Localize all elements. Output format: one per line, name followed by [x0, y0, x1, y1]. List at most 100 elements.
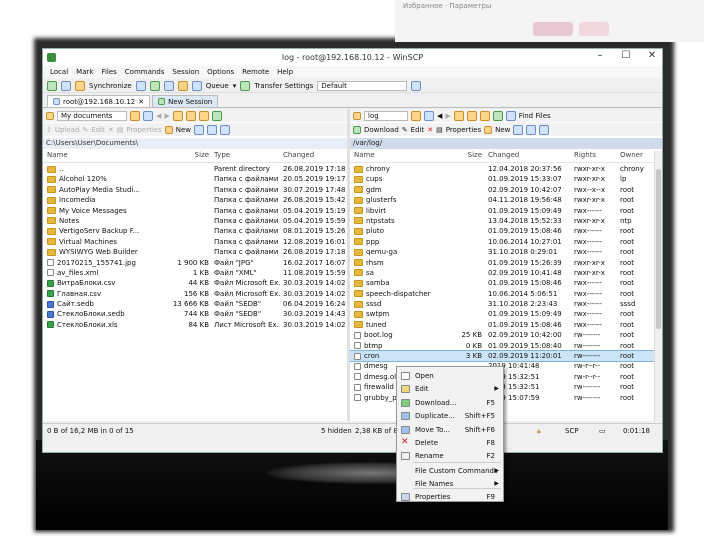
- chevron-down-icon[interactable]: ▾: [233, 82, 237, 90]
- upload-button[interactable]: Upload: [55, 126, 80, 134]
- remote-scrollbar[interactable]: [654, 151, 662, 421]
- menu-options[interactable]: Options: [206, 68, 235, 76]
- delete-icon[interactable]: ✕: [108, 126, 114, 134]
- table-row[interactable]: cron 3 KB 02.09.2019 11:20:01 rw------- root: [350, 349, 662, 363]
- context-menu-duplicate[interactable]: Duplicate... Shift+F5: [397, 410, 503, 422]
- refresh-icon[interactable]: [492, 110, 503, 121]
- table-row[interactable]: libvirt 01.09.2019 15:09:49 rwx------ root: [350, 206, 662, 216]
- unselect-icon[interactable]: [526, 124, 537, 135]
- edit-button[interactable]: Edit: [91, 126, 105, 134]
- table-row[interactable]: tuned 01.09.2019 15:08:46 rwx------ root: [350, 320, 662, 330]
- table-row[interactable]: btmp 0 KB 01.09.2019 15:08:40 rw------- root: [350, 341, 662, 351]
- minimize-button[interactable]: –: [594, 50, 606, 61]
- synchronize-button[interactable]: Synchronize: [89, 82, 132, 90]
- close-tab-icon[interactable]: ✕: [138, 98, 144, 106]
- tab-session-root[interactable]: root@192.168.10.12 ✕: [47, 95, 151, 107]
- table-row[interactable]: .. Parent directory 26.08.2019 17:18:00: [43, 164, 347, 174]
- forward-icon[interactable]: ▶: [164, 112, 169, 120]
- select-all-icon[interactable]: [194, 124, 205, 135]
- table-row[interactable]: sa 02.09.2019 10:41:48 rwxr-xr-x root: [350, 268, 662, 278]
- filter-icon[interactable]: [424, 110, 434, 121]
- menu-mark[interactable]: Mark: [75, 68, 94, 76]
- open-directory-icon[interactable]: [130, 110, 140, 121]
- synchronize-icon[interactable]: [75, 80, 85, 91]
- local-location-select[interactable]: My documents: [57, 110, 127, 121]
- back-icon[interactable]: ◀: [437, 112, 442, 120]
- root-directory-icon[interactable]: [466, 110, 477, 121]
- close-button[interactable]: ✕: [646, 50, 658, 61]
- filter-icon[interactable]: [143, 110, 153, 121]
- table-row[interactable]: cups 01.09.2019 15:33:07 rwxr-xr-x lp: [350, 174, 662, 184]
- new-button[interactable]: New: [176, 126, 191, 134]
- table-row[interactable]: My Voice Messages Папка с файлами 05.04.20…: [43, 206, 347, 216]
- refresh-icon[interactable]: [211, 110, 222, 121]
- parent-directory-icon[interactable]: [172, 110, 183, 121]
- table-row[interactable]: pluto 01.09.2019 15:08:46 rwx------ root: [350, 226, 662, 236]
- table-row[interactable]: AutoPlay Media Studi... Папка с файлами 30…: [43, 185, 347, 195]
- table-row[interactable]: chrony 12.04.2018 20:37:56 rwxr-xr-x chrony: [350, 164, 662, 174]
- menu-commands[interactable]: Commands: [124, 68, 166, 76]
- preferences-icon[interactable]: [177, 80, 188, 91]
- table-row[interactable]: ntpstats 13.04.2018 15:52:33 rwxr-xr-x ntp: [350, 216, 662, 226]
- download-button[interactable]: Download: [364, 126, 399, 134]
- sync-browse-icon[interactable]: [61, 80, 71, 91]
- table-row[interactable]: Сайт.sedb 13 666 KB Файл "SEDB" 06.04.2019 …: [43, 299, 347, 309]
- back-icon[interactable]: ◀: [156, 112, 161, 120]
- table-row[interactable]: Главная.csv 156 KB Файл Microsoft Ex... 30.…: [43, 289, 347, 299]
- open-directory-icon[interactable]: [411, 110, 421, 121]
- column-size[interactable]: Size: [450, 151, 482, 159]
- forward-icon[interactable]: ▶: [445, 112, 450, 120]
- table-row[interactable]: swtpm 01.09.2019 15:09:49 rwx------ root: [350, 309, 662, 319]
- table-row[interactable]: Notes Папка с файлами 05.04.2019 15:59:56: [43, 216, 347, 226]
- unselect-icon[interactable]: [207, 124, 218, 135]
- table-row[interactable]: samba 01.09.2019 15:08:46 rwx------ root: [350, 278, 662, 288]
- table-row[interactable]: av_files.xml 1 KB Файл "XML" 11.08.2019 15:…: [43, 268, 347, 278]
- context-menu-open[interactable]: Open: [397, 370, 503, 382]
- table-row[interactable]: Incomedia Папка с файлами 26.08.2019 15:42…: [43, 195, 347, 205]
- putty-icon[interactable]: [163, 80, 174, 91]
- menu-files[interactable]: Files: [100, 68, 117, 76]
- column-changed[interactable]: Changed: [283, 151, 345, 159]
- new-session-icon[interactable]: [47, 80, 57, 91]
- context-menu-properties[interactable]: Properties F9: [397, 491, 503, 503]
- delete-icon[interactable]: ✕: [427, 126, 433, 134]
- edit-button[interactable]: Edit: [411, 126, 425, 134]
- table-row[interactable]: Alcohol 120% Папка с файлами 20.05.2019 19…: [43, 174, 347, 184]
- column-name[interactable]: Name: [47, 151, 157, 159]
- column-size[interactable]: Size: [159, 151, 209, 159]
- table-row[interactable]: speech-dispatcher 10.06.2014 5:06:51 rwx--…: [350, 289, 662, 299]
- new-button[interactable]: New: [495, 126, 510, 134]
- context-menu-download[interactable]: Download... F5: [397, 397, 503, 409]
- table-row[interactable]: 20170215_155741.jpg 1 900 KB Файл "JPG" 16.…: [43, 258, 347, 268]
- table-row[interactable]: VertigoServ Backup F... Папка с файлами 08…: [43, 226, 347, 236]
- table-row[interactable]: СтеклоБлоки.xls 84 KB Лист Microsoft Ex...…: [43, 320, 347, 330]
- table-row[interactable]: Virtual Machines Папка с файлами 12.08.201…: [43, 237, 347, 247]
- menu-local[interactable]: Local: [49, 68, 69, 76]
- transfer-preset-select[interactable]: Default: [317, 80, 408, 91]
- table-row[interactable]: boot.log 25 KB 02.09.2019 10:42:00 rw------…: [350, 330, 662, 340]
- find-files-button[interactable]: Find Files: [519, 112, 551, 120]
- tab-new-session[interactable]: New Session: [152, 95, 219, 107]
- context-menu-move-to[interactable]: Move To... Shift+F6: [397, 424, 503, 436]
- queue-button[interactable]: Queue: [206, 82, 229, 90]
- column-type[interactable]: Type: [214, 151, 280, 159]
- table-row[interactable]: ppp 10.06.2014 10:27:01 rwx------ root: [350, 237, 662, 247]
- console-icon[interactable]: [149, 80, 160, 91]
- column-name[interactable]: Name: [354, 151, 454, 159]
- table-row[interactable]: WYSIWYG Web Builder Папка с файлами 26.08.…: [43, 247, 347, 257]
- select-all-icon[interactable]: [513, 124, 524, 135]
- queue-icon[interactable]: [191, 80, 202, 91]
- context-menu-edit[interactable]: Edit ▶: [397, 383, 503, 395]
- column-changed[interactable]: Changed: [488, 151, 564, 159]
- home-icon[interactable]: [479, 110, 490, 121]
- table-row[interactable]: ВитраБлоки.csv 44 KB Файл Microsoft Ex... 3…: [43, 278, 347, 288]
- menu-remote[interactable]: Remote: [241, 68, 270, 76]
- context-menu-rename[interactable]: Rename F2: [397, 450, 503, 462]
- maximize-button[interactable]: ☐: [620, 50, 632, 61]
- remote-location-select[interactable]: log: [364, 110, 408, 121]
- root-directory-icon[interactable]: [185, 110, 196, 121]
- globe-icon[interactable]: [411, 80, 422, 91]
- parent-directory-icon[interactable]: [453, 110, 464, 121]
- table-row[interactable]: rhsm 01.09.2019 15:26:39 rwxr-xr-x root: [350, 258, 662, 268]
- properties-button[interactable]: Properties: [126, 126, 161, 134]
